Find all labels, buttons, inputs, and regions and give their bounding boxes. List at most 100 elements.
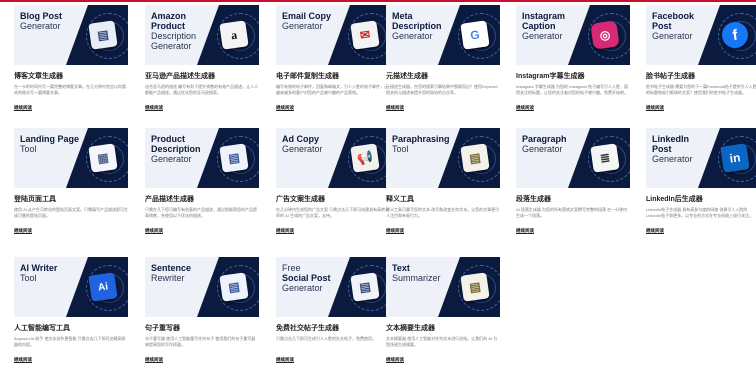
card-title: 电子邮件复制生成器 xyxy=(276,73,339,80)
card-banner[interactable]: AI Writer Tool Ai xyxy=(14,257,128,317)
banner-title-main: LinkedIn xyxy=(652,134,690,144)
card-description: Instagram 字幕生成器 为您的 Instagram 帖子编写引人入胜、值… xyxy=(516,84,629,95)
read-more-link[interactable]: 继续阅读 xyxy=(145,357,163,363)
read-more-link[interactable]: 继续阅读 xyxy=(145,228,163,234)
card-title: 免费社交帖子生成器 xyxy=(276,325,339,332)
card-description: 在一卡的时间内写一篇完整的博客文章。在几分钟内完全以你喜欢的格式写一篇博客文章。 xyxy=(14,84,126,95)
banner-title-main: Ad Copy xyxy=(282,134,319,144)
card-banner[interactable]: Landing Page Tool ▦ xyxy=(14,128,128,188)
tool-card-blog-post[interactable]: Blog Post Generator ▤ 博客文章生成器 在一卡的时间内写一篇… xyxy=(14,5,128,114)
card-banner[interactable]: Free Social Post Generator ▤ xyxy=(276,257,390,317)
tool-card-linkedin-post[interactable]: LinkedIn Post Generator in LinkedIn后生成器 … xyxy=(646,128,756,237)
read-more-link[interactable]: 继续阅读 xyxy=(646,228,664,234)
tool-card-landing-page[interactable]: Landing Page Tool ▦ 登陆页面工具 使用 AI 从产生可转化的… xyxy=(14,128,128,237)
banner-title: Free Social Post Generator xyxy=(282,263,344,293)
tool-card-ad-copy[interactable]: Ad Copy Generator 📢 广告文案生成器 在几分钟内生成您的广告文… xyxy=(276,128,390,237)
card-title: Instagram字幕生成器 xyxy=(516,73,585,80)
read-more-link[interactable]: 继续阅读 xyxy=(145,105,163,111)
read-more-link[interactable]: 继续阅读 xyxy=(276,228,294,234)
banner-title-sub: Generator xyxy=(151,154,192,164)
banner-title: AI Writer Tool xyxy=(20,263,82,283)
banner-title-sub: Rewriter xyxy=(151,273,185,283)
card-banner[interactable]: Blog Post Generator ▤ xyxy=(14,5,128,65)
banner-title-main-2: Description xyxy=(392,21,442,31)
card-banner[interactable]: Amazon Product Description Generator a xyxy=(145,5,259,65)
card-banner[interactable]: Sentence Rewriter ▤ xyxy=(145,257,259,317)
tool-card-meta-description[interactable]: Meta Description Generator G 元描述生成器 元描述生… xyxy=(386,5,500,114)
read-more-link[interactable]: 继续阅读 xyxy=(386,357,404,363)
banner-title-main-2: Post xyxy=(652,21,672,31)
banner-title-sub: Generator xyxy=(392,31,433,41)
card-description: 使用 AI 从产生可转化的登陆页面文案。只需填写产品描述即可生成可靠的登陆页面。 xyxy=(14,207,128,218)
card-banner[interactable]: Ad Copy Generator 📢 xyxy=(276,128,390,188)
banner-title-sub: Generator xyxy=(652,31,693,41)
banner-title-main: Email Copy xyxy=(282,11,332,21)
tool-card-text-summarizer[interactable]: Text Summarizer ▤ 文本摘要生成器 文本摘要器 使用人工智能对任… xyxy=(386,257,500,366)
banner-title: Product Description Generator xyxy=(151,134,213,164)
banner-title-sub: Generator xyxy=(20,21,61,31)
banner-title-sub: Generator xyxy=(282,144,323,154)
card-banner[interactable]: Paragraph Generator ≣ xyxy=(516,128,630,188)
landing-page-icon: ▦ xyxy=(88,143,118,173)
banner-title-sub: Summarizer xyxy=(392,273,441,283)
banner-title-main-2: Caption xyxy=(522,21,556,31)
read-more-link[interactable]: 继续阅读 xyxy=(14,228,32,234)
card-title: 句子重写器 xyxy=(145,325,180,332)
card-description: Anyword AI 助手 使文本创作更智能 只需点击几下即可创建高质量的内容。 xyxy=(14,336,126,347)
tool-card-amazon-product[interactable]: Amazon Product Description Generator a 亚… xyxy=(145,5,259,114)
read-more-link[interactable]: 继续阅读 xyxy=(276,105,294,111)
card-banner[interactable]: LinkedIn Post Generator in xyxy=(646,128,756,188)
read-more-link[interactable]: 继续阅读 xyxy=(276,357,294,363)
banner-title-main: Landing Page xyxy=(20,134,80,144)
ai-chip-icon: Ai xyxy=(88,272,118,302)
card-banner[interactable]: Product Description Generator ▤ xyxy=(145,128,259,188)
banner-title: Sentence Rewriter xyxy=(151,263,213,283)
card-banner[interactable]: Paraphrasing Tool ▤ xyxy=(386,128,500,188)
banner-title: Facebook Post Generator xyxy=(652,11,714,41)
instagram-icon: ◎ xyxy=(590,20,620,50)
banner-title-main: Amazon xyxy=(151,11,187,21)
tool-card-email-copy[interactable]: Email Copy Generator ✉ 电子邮件复制生成器 编写有效的电子… xyxy=(276,5,390,114)
read-more-link[interactable]: 继续阅读 xyxy=(14,105,32,111)
amazon-icon: a xyxy=(219,20,249,50)
summarizer-icon: ▤ xyxy=(460,272,490,302)
read-more-link[interactable]: 继续阅读 xyxy=(516,105,534,111)
card-description: 只需在几下您可编写有创意的产品描述，通过智能帮您的产品提高销售，并使用以下优化的… xyxy=(145,207,257,218)
read-more-link[interactable]: 继续阅读 xyxy=(516,228,534,234)
card-description: 脸书帖子生成器 需要为您的下一篇Facebook帖子提供引人入胜的标题和吸引眼球… xyxy=(646,84,756,95)
card-description: 文本摘要器 使用人工智能对任何文本进行总结。让我们的 AI 为您快速生成摘要。 xyxy=(386,336,498,347)
card-description: 释义工具可重写您的文本 改写和改变任何文本。让您的文章更引人注目和有吸引力。 xyxy=(386,207,500,218)
banner-title: Amazon Product Description Generator xyxy=(151,11,213,51)
tool-card-free-social-post[interactable]: Free Social Post Generator ▤ 免费社交帖子生成器 只… xyxy=(276,257,390,366)
tool-card-instagram-caption[interactable]: Instagram Caption Generator ◎ Instagram字… xyxy=(516,5,630,114)
card-banner[interactable]: Facebook Post Generator f xyxy=(646,5,756,65)
tool-card-facebook-post[interactable]: Facebook Post Generator f 脸书帖子生成器 脸书帖子生成… xyxy=(646,5,756,114)
megaphone-icon: 📢 xyxy=(350,143,380,173)
card-banner[interactable]: Text Summarizer ▤ xyxy=(386,257,500,317)
card-description: 在几分钟内生成您的广告文案 只需点击几下即可创建具有高转化率的 AI 生成的广告… xyxy=(276,207,390,218)
card-title: LinkedIn后生成器 xyxy=(646,196,703,203)
card-title: 文本摘要生成器 xyxy=(386,325,435,332)
read-more-link[interactable]: 继续阅读 xyxy=(14,357,32,363)
read-more-link[interactable]: 继续阅读 xyxy=(646,105,664,111)
card-banner[interactable]: Meta Description Generator G xyxy=(386,5,500,65)
banner-title-sub: Generator xyxy=(522,31,563,41)
banner-title: LinkedIn Post Generator xyxy=(652,134,714,164)
tool-card-paragraph[interactable]: Paragraph Generator ≣ 段落生成器 AI 段落生成器 为您的… xyxy=(516,128,630,237)
blog-doc-icon: ▤ xyxy=(88,20,118,50)
card-banner[interactable]: Instagram Caption Generator ◎ xyxy=(516,5,630,65)
banner-title-main: Blog Post xyxy=(20,11,62,21)
email-icon: ✉ xyxy=(350,20,380,50)
paraphrase-icon: ▤ xyxy=(460,143,490,173)
card-banner[interactable]: Email Copy Generator ✉ xyxy=(276,5,390,65)
banner-title: Landing Page Tool xyxy=(20,134,82,154)
banner-title: Blog Post Generator xyxy=(20,11,82,31)
read-more-link[interactable]: 继续阅读 xyxy=(386,228,404,234)
tool-card-product-description[interactable]: Product Description Generator ▤ 产品描述生成器 … xyxy=(145,128,259,237)
card-title: 脸书帖子生成器 xyxy=(646,73,695,80)
tool-card-ai-writer[interactable]: AI Writer Tool Ai 人工智能编写工具 Anyword AI 助手… xyxy=(14,257,128,366)
banner-title-sub-2: Generator xyxy=(151,41,192,51)
tool-card-sentence-rewriter[interactable]: Sentence Rewriter ▤ 句子重写器 句子重写器 使用人工智能重写… xyxy=(145,257,259,366)
tool-card-paraphrasing[interactable]: Paraphrasing Tool ▤ 释义工具 释义工具可重写您的文本 改写和… xyxy=(386,128,500,237)
read-more-link[interactable]: 继续阅读 xyxy=(386,105,404,111)
